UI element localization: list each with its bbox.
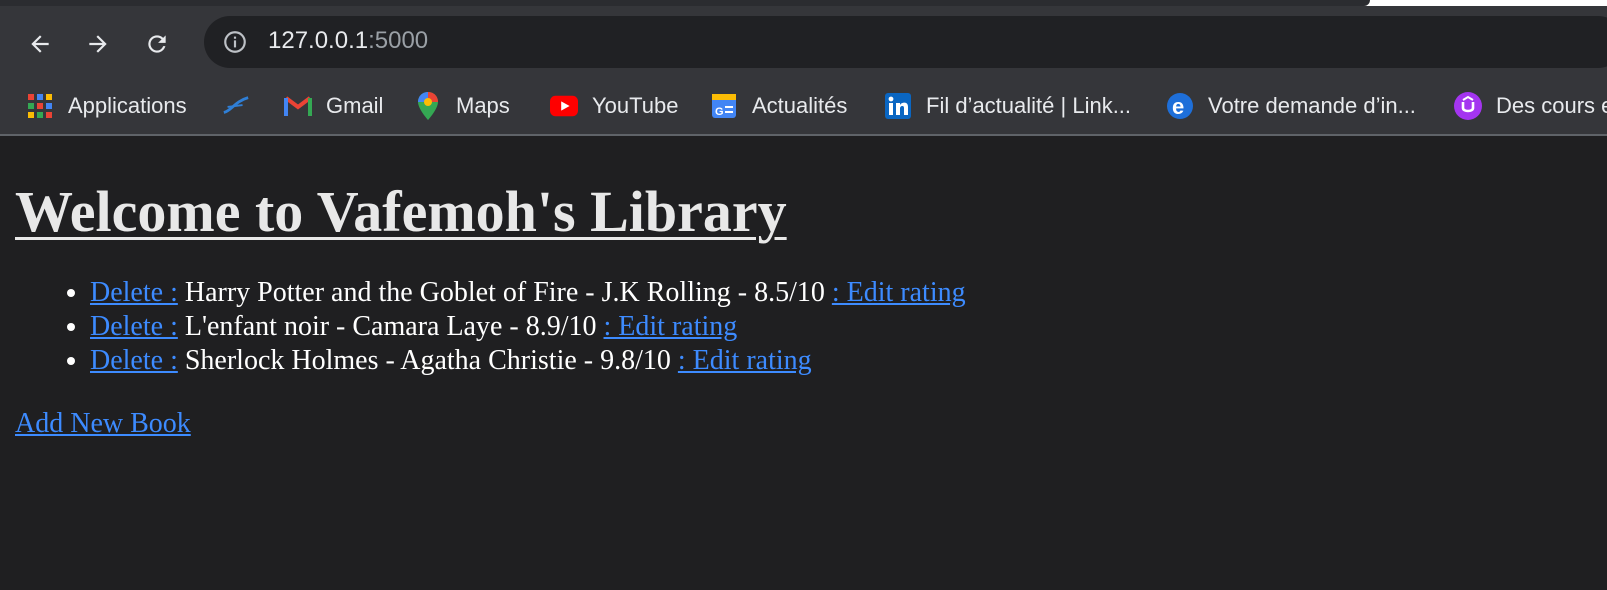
delete-link[interactable]: Delete : <box>90 311 178 342</box>
bookmark-actualites[interactable]: G Actualités <box>710 86 847 126</box>
maps-pin-icon <box>414 92 442 120</box>
url-port: :5000 <box>368 27 429 54</box>
udemy-icon <box>1454 92 1482 120</box>
page-content: Welcome to Vafemoh's Library Delete : Ha… <box>0 136 1607 590</box>
forward-arrow-icon <box>89 35 107 53</box>
google-news-icon: G <box>710 92 738 120</box>
bookmark-label: YouTube <box>592 93 679 118</box>
bookmarks-bar: Applications Gmail Maps YouTube G Actual… <box>0 78 1607 136</box>
bookmark-youtube[interactable]: YouTube <box>550 86 678 126</box>
bookmark-applications[interactable]: Applications <box>26 86 187 126</box>
page-title: Welcome to Vafemoh's Library <box>15 179 787 244</box>
bookmark-des-cours[interactable]: Des cours e <box>1454 86 1607 126</box>
edit-rating-link[interactable]: : Edit rating <box>832 277 966 308</box>
bookmark-label: Des cours e <box>1496 93 1607 118</box>
browser-toolbar: 127.0.0.1:5000 <box>0 6 1607 78</box>
bookmark-label: Fil d’actualité | Link... <box>926 93 1132 118</box>
bookmark-label: Applications <box>68 93 187 118</box>
url-text[interactable]: 127.0.0.1:5000 <box>268 27 428 55</box>
address-bar[interactable]: 127.0.0.1:5000 <box>204 16 1607 68</box>
bookmark-label: Votre demande d’in... <box>1208 93 1416 118</box>
info-icon[interactable] <box>222 29 248 55</box>
bookmark-linkedin[interactable]: Fil d’actualité | Link... <box>884 86 1131 126</box>
list-item: Delete : L'enfant noir - Camara Laye - 8… <box>90 310 966 344</box>
bookmark-label: Gmail <box>326 93 384 118</box>
youtube-icon <box>550 92 578 120</box>
edge-icon: e <box>1166 92 1194 120</box>
forward-button[interactable] <box>78 24 118 64</box>
reload-icon <box>148 35 166 53</box>
bookmark-label: Actualités <box>752 93 848 118</box>
bookmark-swoosh[interactable] <box>222 86 264 126</box>
apps-grid-icon <box>26 92 54 120</box>
bookmark-votre-demande[interactable]: e Votre demande d’in... <box>1166 86 1416 126</box>
back-arrow-icon <box>31 35 49 53</box>
edit-rating-link[interactable]: : Edit rating <box>604 311 738 342</box>
list-item: Delete : Sherlock Holmes - Agatha Christ… <box>90 344 966 378</box>
reload-button[interactable] <box>137 24 177 64</box>
list-item: Delete : Harry Potter and the Goblet of … <box>90 276 966 310</box>
add-new-book-link[interactable]: Add New Book <box>15 408 191 440</box>
delete-link[interactable]: Delete : <box>90 277 178 308</box>
linkedin-icon <box>884 92 912 120</box>
book-info: Sherlock Holmes - Agatha Christie - 9.8/… <box>177 345 678 376</box>
delete-link[interactable]: Delete : <box>90 345 178 376</box>
book-info: Harry Potter and the Goblet of Fire - J.… <box>177 277 832 308</box>
bookmark-maps[interactable]: Maps <box>414 86 510 126</box>
gmail-icon <box>284 92 312 120</box>
swoosh-icon <box>222 92 250 120</box>
url-host: 127.0.0.1 <box>268 27 369 54</box>
svg-text:e: e <box>1172 94 1184 119</box>
back-button[interactable] <box>20 24 60 64</box>
svg-text:G: G <box>715 106 724 118</box>
bookmark-gmail[interactable]: Gmail <box>284 86 383 126</box>
bookmark-label: Maps <box>456 93 510 118</box>
book-info: L'enfant noir - Camara Laye - 8.9/10 <box>177 311 604 342</box>
edit-rating-link[interactable]: : Edit rating <box>678 345 812 376</box>
book-list: Delete : Harry Potter and the Goblet of … <box>50 276 966 378</box>
